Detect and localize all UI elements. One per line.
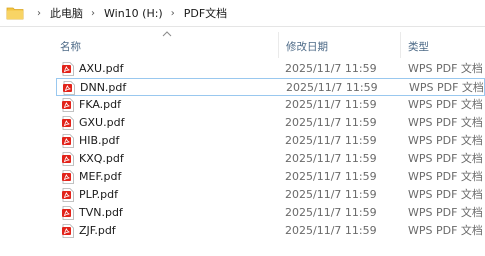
file-name: HIB.pdf	[79, 134, 120, 147]
file-row[interactable]: PLP.pdf 2025/11/7 11:59 WPS PDF 文档	[56, 186, 485, 204]
file-name: TVN.pdf	[79, 206, 123, 219]
pdf-file-icon	[62, 98, 74, 112]
file-modified-date: 2025/11/7 11:59	[285, 188, 377, 201]
file-modified-date: 2025/11/7 11:59	[285, 98, 377, 111]
pdf-file-icon	[62, 134, 74, 148]
breadcrumb-item-folder[interactable]: PDF文档	[184, 5, 227, 21]
column-divider[interactable]	[400, 32, 401, 58]
file-name: AXU.pdf	[79, 62, 124, 75]
file-name: PLP.pdf	[79, 188, 119, 201]
chevron-right-icon[interactable]: ›	[37, 8, 41, 19]
file-row[interactable]: MEF.pdf 2025/11/7 11:59 WPS PDF 文档	[56, 168, 485, 186]
file-type: WPS PDF 文档	[408, 170, 483, 183]
file-name: MEF.pdf	[79, 170, 122, 183]
breadcrumb: › 此电脑 › Win10 (H:) › PDF文档	[29, 0, 227, 26]
column-header-name[interactable]: 名称	[60, 39, 81, 54]
file-name: KXQ.pdf	[79, 152, 124, 165]
file-type: WPS PDF 文档	[408, 98, 483, 111]
file-row[interactable]: GXU.pdf 2025/11/7 11:59 WPS PDF 文档	[56, 114, 485, 132]
file-modified-date: 2025/11/7 11:59	[285, 224, 377, 237]
file-type: WPS PDF 文档	[408, 62, 483, 75]
file-row[interactable]: AXU.pdf 2025/11/7 11:59 WPS PDF 文档	[56, 60, 485, 78]
file-modified-date: 2025/11/7 11:59	[285, 152, 377, 165]
pdf-file-icon	[62, 224, 74, 238]
pdf-file-icon	[62, 62, 74, 76]
column-divider[interactable]	[278, 32, 279, 58]
file-row[interactable]: FKA.pdf 2025/11/7 11:59 WPS PDF 文档	[56, 96, 485, 114]
file-row[interactable]: ZJF.pdf 2025/11/7 11:59 WPS PDF 文档	[56, 222, 485, 240]
file-modified-date: 2025/11/7 11:59	[285, 206, 377, 219]
pdf-file-icon	[63, 81, 75, 95]
file-name: DNN.pdf	[80, 81, 127, 94]
file-type: WPS PDF 文档	[408, 206, 483, 219]
file-name: GXU.pdf	[79, 116, 125, 129]
breadcrumb-item-drive[interactable]: Win10 (H:)	[104, 7, 163, 20]
file-row[interactable]: KXQ.pdf 2025/11/7 11:59 WPS PDF 文档	[56, 150, 485, 168]
column-header-date[interactable]: 修改日期	[286, 39, 328, 54]
file-row[interactable]: DNN.pdf 2025/11/7 11:59 WPS PDF 文档	[56, 78, 485, 96]
folder-icon	[6, 7, 24, 20]
pdf-file-icon	[62, 188, 74, 202]
chevron-right-icon[interactable]: ›	[171, 8, 175, 19]
pdf-file-icon	[62, 206, 74, 220]
pdf-file-icon	[62, 170, 74, 184]
file-row[interactable]: TVN.pdf 2025/11/7 11:59 WPS PDF 文档	[56, 204, 485, 222]
pdf-file-icon	[62, 152, 74, 166]
file-type: WPS PDF 文档	[408, 152, 483, 165]
file-row[interactable]: HIB.pdf 2025/11/7 11:59 WPS PDF 文档	[56, 132, 485, 150]
breadcrumb-item-this-pc[interactable]: 此电脑	[50, 5, 83, 21]
pdf-file-icon	[62, 116, 74, 130]
column-header-type[interactable]: 类型	[408, 39, 429, 54]
file-modified-date: 2025/11/7 11:59	[285, 170, 377, 183]
file-name: FKA.pdf	[79, 98, 122, 111]
file-type: WPS PDF 文档	[408, 134, 483, 147]
file-modified-date: 2025/11/7 11:59	[285, 116, 377, 129]
file-name: ZJF.pdf	[79, 224, 116, 237]
file-type: WPS PDF 文档	[408, 224, 483, 237]
file-type: WPS PDF 文档	[409, 81, 484, 94]
column-header-row: 名称 修改日期 类型	[0, 28, 485, 60]
address-bar[interactable]: › 此电脑 › Win10 (H:) › PDF文档	[0, 0, 485, 27]
chevron-right-icon[interactable]: ›	[91, 8, 95, 19]
sort-ascending-icon	[162, 31, 172, 37]
file-modified-date: 2025/11/7 11:59	[285, 62, 377, 75]
file-modified-date: 2025/11/7 11:59	[285, 134, 377, 147]
file-list: AXU.pdf 2025/11/7 11:59 WPS PDF 文档 DNN.pdf 2…	[56, 60, 485, 240]
file-type: WPS PDF 文档	[408, 116, 483, 129]
file-modified-date: 2025/11/7 11:59	[286, 81, 378, 94]
file-type: WPS PDF 文档	[408, 188, 483, 201]
